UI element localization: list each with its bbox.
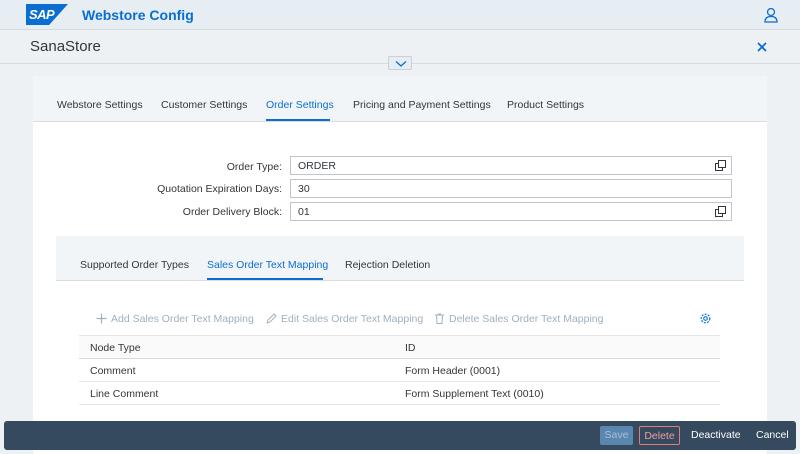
quotation-days-value: 30 [298,183,310,195]
sap-logo[interactable]: SAP [26,4,68,25]
delivery-block-value: 01 [298,206,310,218]
save-button[interactable]: Save [600,426,633,445]
quotation-days-field[interactable]: 30 [290,179,732,198]
delivery-block-field[interactable]: 01 [290,202,732,221]
column-header-node-type[interactable]: Node Type [90,342,141,354]
table-row[interactable]: Comment Form Header (0001) [79,359,720,382]
cell-node-type: Comment [90,365,136,377]
add-mapping-button[interactable]: Add Sales Order Text Mapping [96,313,254,325]
tab-sales-order-text-mapping[interactable]: Sales Order Text Mapping [207,259,328,271]
delivery-block-label: Order Delivery Block: [182,206,282,218]
order-type-value: ORDER [298,160,336,172]
tab-supported-order-types[interactable]: Supported Order Types [80,259,189,271]
deactivate-button[interactable]: Deactivate [691,429,741,441]
cell-id: Form Supplement Text (0010) [405,388,544,400]
value-help-icon[interactable] [715,206,726,217]
expand-header-button[interactable] [388,56,412,70]
edit-mapping-button[interactable]: Edit Sales Order Text Mapping [266,313,423,325]
subtab-active-indicator [207,278,323,280]
gear-icon[interactable] [699,312,712,325]
trash-icon [435,313,444,324]
cell-id: Form Header (0001) [405,365,501,377]
tab-active-indicator [266,119,330,121]
cancel-button[interactable]: Cancel [756,429,789,441]
mapping-table: Node Type ID Comment Form Header (0001) … [79,335,720,405]
edit-icon [266,313,277,324]
table-row[interactable]: Line Comment Form Supplement Text (0010) [79,382,720,405]
shell-bar: SAP Webstore Config [0,0,800,30]
table-header: Node Type ID [79,335,720,359]
value-help-icon[interactable] [715,160,726,171]
delete-mapping-button[interactable]: Delete Sales Order Text Mapping [434,313,603,325]
tab-bar: Webstore Settings Customer Settings Orde… [33,76,767,122]
close-icon[interactable] [756,41,768,53]
column-header-id[interactable]: ID [405,342,416,354]
tab-pricing-payment-settings[interactable]: Pricing and Payment Settings [353,99,491,111]
main-card: Webstore Settings Customer Settings Orde… [33,76,767,454]
subtab-bar: Supported Order Types Sales Order Text M… [56,236,744,281]
order-type-label: Order Type: [226,161,282,173]
quotation-days-label: Quotation Expiration Days: [157,183,282,195]
tab-webstore-settings[interactable]: Webstore Settings [57,99,143,111]
tab-rejection-deletion[interactable]: Rejection Deletion [345,259,430,271]
add-icon [96,313,107,324]
user-icon[interactable] [764,7,778,23]
app-title: Webstore Config [82,7,194,23]
page-title: SanaStore [30,38,101,55]
cell-node-type: Line Comment [90,388,159,400]
footer-bar: Save Delete Deactivate Cancel [4,421,796,450]
order-type-field[interactable]: ORDER [290,156,732,175]
tab-product-settings[interactable]: Product Settings [507,99,584,111]
delete-button[interactable]: Delete [639,426,680,445]
chevron-down-icon [395,61,407,67]
tab-customer-settings[interactable]: Customer Settings [161,99,247,111]
tab-order-settings[interactable]: Order Settings [266,99,334,111]
